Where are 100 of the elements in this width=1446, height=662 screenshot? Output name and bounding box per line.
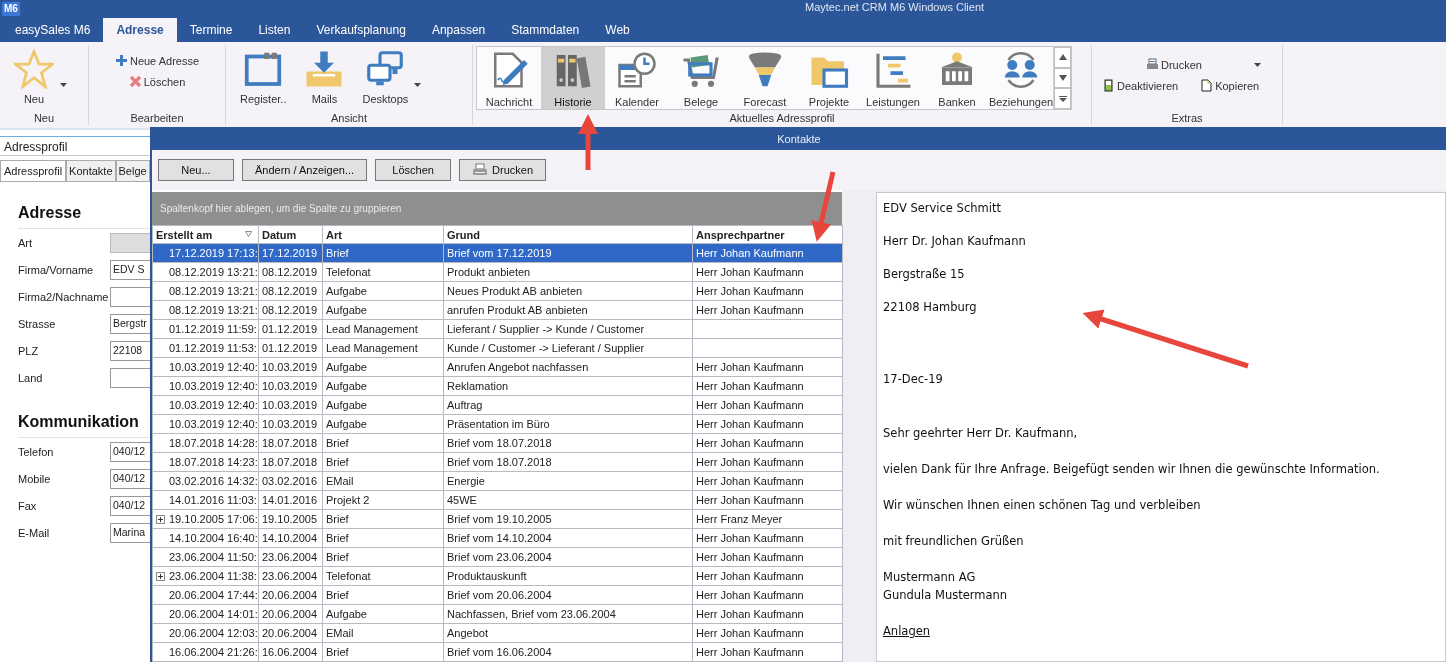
table-cell: 10.03.2019 12:40: — [152, 395, 259, 415]
input-field[interactable]: Bergstr — [110, 313, 150, 334]
table-cell: Projekt 2 — [322, 490, 444, 510]
window-title: Maytec.net CRM M6 Windows Client — [805, 1, 985, 13]
column-header[interactable]: Art — [322, 225, 444, 244]
panel-tab[interactable]: Adressprofil — [0, 160, 67, 181]
scroll-down-button[interactable] — [1054, 67, 1071, 89]
toolbar-button[interactable]: Drucken — [459, 159, 547, 181]
gallery-item[interactable]: Projekte — [797, 47, 861, 109]
table-cell: Brief vom 18.07.2018 — [443, 433, 693, 453]
field-label: E-Mail — [18, 526, 51, 539]
annotation-arrow — [811, 171, 836, 242]
scroll-up-button[interactable] — [1054, 47, 1071, 68]
table-cell: Brief — [322, 509, 444, 529]
table-cell: 08.12.2019 13:21: — [152, 262, 259, 282]
input-field[interactable]: 040/12 — [110, 495, 150, 516]
scroll-down-icon — [1058, 75, 1067, 81]
table-cell: 14.01.2016 — [258, 490, 323, 510]
ribbon-button[interactable]: Mails — [298, 45, 351, 109]
ribbon-button[interactable]: Drucken — [1144, 57, 1263, 72]
panel-tab[interactable]: Belge — [115, 160, 150, 181]
dialog-title: Kontakte — [152, 127, 1446, 150]
table-cell: Energie — [443, 471, 693, 491]
ribbon-button[interactable]: Löschen — [126, 74, 188, 89]
column-header[interactable]: Grund — [443, 225, 693, 244]
column-header[interactable]: Ansprechpartner — [692, 225, 843, 244]
gallery-item[interactable]: Forecast — [733, 47, 797, 109]
column-header[interactable]: Datum — [258, 225, 323, 244]
expand-icon[interactable] — [156, 571, 165, 581]
input-field[interactable] — [110, 367, 150, 388]
panel-tab[interactable]: Kontakte — [66, 160, 116, 181]
input-field[interactable]: 040/12 — [110, 441, 150, 462]
table-cell: 23.06.2004 11:50: — [152, 547, 259, 567]
table-cell: Aufgabe — [322, 300, 444, 320]
letter-text: 22108 Hamburg — [883, 299, 978, 316]
menu-tab[interactable]: Anpassen — [418, 18, 499, 42]
table-cell: Brief vom 16.06.2004 — [443, 642, 693, 662]
table-cell: 03.02.2016 — [258, 471, 323, 491]
input-field[interactable]: 040/12 — [110, 468, 150, 489]
table-cell: 16.06.2004 — [258, 642, 323, 662]
column-header[interactable]: Erstellt am — [152, 225, 259, 244]
table-cell: Herr Johan Kaufmann — [692, 376, 843, 396]
caret-icon — [1253, 62, 1261, 67]
table-cell: 10.03.2019 12:40: — [152, 357, 259, 377]
ribbon-button[interactable]: Register.. — [234, 45, 293, 109]
gallery-item[interactable]: Historie — [541, 47, 605, 109]
menu-tab[interactable]: Stammdaten — [498, 18, 593, 42]
menu-tab[interactable]: Adresse — [103, 18, 177, 42]
toolbar-button[interactable]: Ändern / Anzeigen... — [242, 159, 368, 181]
menu-tab[interactable]: Verkaufsplanung — [303, 18, 419, 42]
table-cell: EMail — [322, 623, 444, 643]
field-label: Firma/Vorname — [18, 263, 95, 276]
attachment-link[interactable]: Anlagen — [883, 622, 1439, 640]
table-cell: 20.06.2004 12:03: — [152, 623, 259, 643]
profile-field[interactable]: Adressprofil — [0, 136, 150, 156]
table-cell: anrufen Produkt AB anbieten — [443, 300, 693, 320]
gallery-item[interactable]: Leistungen — [861, 47, 925, 109]
menu-tab[interactable]: easySales M6 — [2, 18, 104, 42]
group-by-area: Spaltenkopf hier ablegen, um die Spalte zu gruppieren — [152, 192, 842, 225]
toolbar-button[interactable]: Löschen — [375, 159, 452, 181]
table-cell: Brief — [322, 642, 444, 662]
ribbon-button[interactable]: Desktops — [356, 45, 428, 109]
ribbon-button[interactable]: Neu — [8, 45, 73, 109]
ribbon-button[interactable]: Kopieren — [1198, 78, 1262, 93]
input-field[interactable] — [110, 286, 150, 307]
cell-text: 19.10.2005 17:06: — [169, 513, 258, 525]
expand-gallery-icon — [1058, 95, 1067, 102]
expand-gallery-button[interactable] — [1054, 88, 1071, 109]
table-cell: 08.12.2019 13:21: — [152, 300, 259, 320]
input-field[interactable]: Marina — [110, 522, 150, 543]
table-cell: 20.06.2004 17:44: — [152, 585, 259, 605]
toolbar-button[interactable]: Neu... — [158, 159, 234, 181]
table-cell: 10.03.2019 — [258, 395, 323, 415]
table-cell: 18.07.2018 14:23: — [152, 452, 259, 472]
table-cell: Herr Johan Kaufmann — [692, 262, 843, 282]
ribbon-button[interactable]: Neue Adresse — [112, 53, 202, 68]
letter-text: Sehr geehrter Herr Dr. Kaufmann, — [883, 425, 1079, 442]
gallery-item[interactable]: Beziehungen — [989, 47, 1053, 109]
menu-tab[interactable]: Termine — [176, 18, 246, 42]
expand-icon[interactable] — [156, 514, 165, 524]
table-cell: 23.06.2004 — [258, 547, 323, 567]
menu-tab[interactable]: Web — [592, 18, 643, 42]
letter-text: Mustermann AG — [883, 569, 977, 586]
table-cell: 18.07.2018 14:28: — [152, 433, 259, 453]
gallery-item[interactable]: Banken — [925, 47, 989, 109]
menu-tab[interactable]: Listen — [245, 18, 304, 42]
table-cell: Präsentation im Büro — [443, 414, 693, 434]
document-icon — [1200, 79, 1214, 92]
field-label: Mobile — [18, 472, 52, 485]
input-field[interactable]: EDV S — [110, 259, 150, 280]
table-cell: Herr Franz Meyer — [692, 509, 843, 529]
gallery-item[interactable]: Belege — [669, 47, 733, 109]
table-cell: 10.03.2019 — [258, 376, 323, 396]
gallery-item[interactable]: Nachricht — [477, 47, 541, 109]
table-cell: Brief — [322, 528, 444, 548]
input-field[interactable]: 22108 — [110, 340, 150, 361]
table-cell: 01.12.2019 11:59: — [152, 319, 259, 339]
table-cell: 08.12.2019 — [258, 262, 323, 282]
gallery-item[interactable]: Kalender — [605, 47, 669, 109]
ribbon-button[interactable]: Deaktivieren — [1100, 78, 1181, 93]
